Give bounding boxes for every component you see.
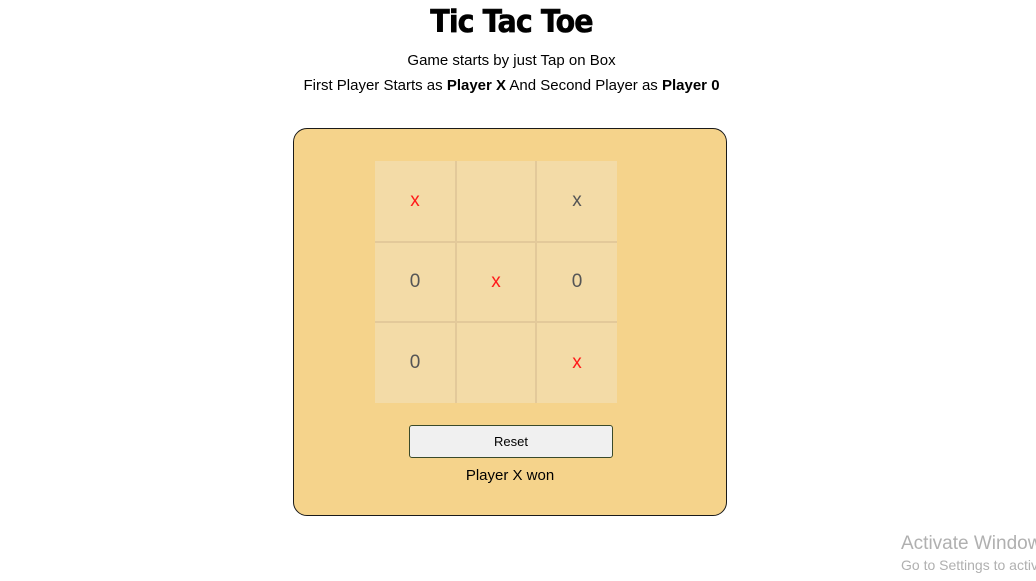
reset-button[interactable]: Reset — [409, 425, 613, 458]
watermark-line2: Go to Settings to activate Windows. — [901, 557, 1036, 573]
game-status: Player X won — [465, 467, 555, 484]
instructions-part2: And Second Player as — [506, 77, 662, 94]
instructions-part1: First Player Starts as — [303, 77, 447, 94]
board-cell-1[interactable]: x — [375, 161, 455, 241]
instructions-player2: Player 0 — [661, 77, 720, 94]
board-cell-7[interactable]: 0 — [375, 323, 455, 403]
board-cell-4[interactable]: 0 — [375, 241, 455, 323]
board-cell-8[interactable] — [455, 323, 537, 403]
board-cell-6[interactable]: 0 — [537, 241, 617, 323]
instructions-player1: Player X — [446, 77, 507, 94]
game-board: x x 0 x 0 0 x — [375, 161, 619, 405]
instructions: First Player Starts as Player X And Seco… — [0, 77, 1023, 94]
activation-watermark: Activate Windows Go to Settings to activ… — [901, 533, 1036, 575]
page-subtitle: Game starts by just Tap on Box — [407, 52, 616, 69]
board-cell-5[interactable]: x — [455, 241, 537, 323]
page-title: Tic Tac Toe — [430, 4, 594, 41]
board-cell-9[interactable]: x — [537, 323, 617, 403]
page: Tic Tac Toe Game starts by just Tap on B… — [0, 0, 1036, 581]
board-cell-2[interactable] — [455, 161, 537, 241]
game-card: x x 0 x 0 0 x Reset Player X won — [293, 128, 727, 516]
watermark-line1: Activate Windows — [901, 533, 1036, 554]
board-cell-3[interactable]: x — [537, 161, 617, 241]
